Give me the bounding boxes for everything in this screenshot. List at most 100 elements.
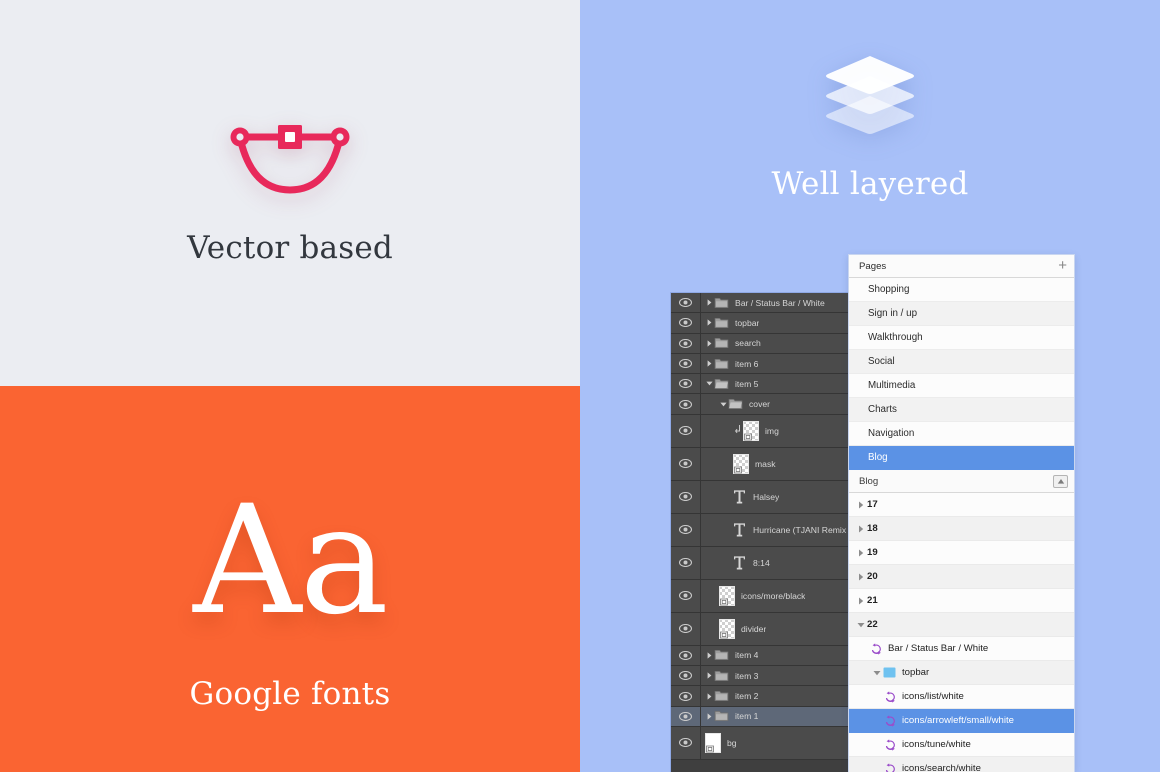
sketch-layer-row[interactable]: topbar xyxy=(849,661,1074,685)
page-label: Walkthrough xyxy=(868,332,923,343)
sketch-layer-row[interactable]: icons/tune/white xyxy=(849,733,1074,757)
sketch-layer-row[interactable]: 17 xyxy=(849,493,1074,517)
feature-panel-fonts: Aa Google fonts xyxy=(0,386,580,772)
layer-visibility-toggle[interactable] xyxy=(671,666,701,686)
sketch-panel[interactable]: Pages + Shopping Sign in / up Walkthrough S… xyxy=(848,254,1075,772)
collapse-all-icon[interactable] xyxy=(1053,474,1068,488)
current-page-label: Blog xyxy=(859,475,879,487)
page-list-item[interactable]: Sign in / up xyxy=(849,302,1074,326)
photoshop-layer-row[interactable]: Hurricane (TJANI Remix xyxy=(671,513,848,547)
layer-visibility-toggle[interactable] xyxy=(671,706,701,726)
layer-visibility-toggle[interactable] xyxy=(671,645,701,666)
photoshop-layer-row[interactable]: topbar xyxy=(671,313,848,334)
photoshop-layer-list[interactable]: Bar / Status Bar / White topbar search i… xyxy=(671,293,848,760)
sketch-layer-name: Bar / Status Bar / White xyxy=(888,643,989,654)
folder-icon xyxy=(714,691,729,702)
sketch-layer-name: 18 xyxy=(867,523,878,534)
sketch-layer-name: 20 xyxy=(867,571,878,582)
chevron-right-icon[interactable] xyxy=(705,299,714,306)
page-list-item[interactable]: Charts xyxy=(849,398,1074,422)
fonts-content: Aa Google fonts xyxy=(0,486,580,712)
page-list-item[interactable]: Blog xyxy=(849,446,1074,470)
photoshop-layer-row[interactable]: 8:14 xyxy=(671,546,848,580)
page-list-item[interactable]: Social xyxy=(849,350,1074,374)
photoshop-layer-row[interactable]: item 3 xyxy=(671,666,848,687)
layer-visibility-toggle[interactable] xyxy=(671,374,701,394)
chevron-right-icon[interactable] xyxy=(705,652,714,659)
sketch-layer-row[interactable]: icons/arrowleft/small/white xyxy=(849,709,1074,733)
photoshop-layers-panel[interactable]: Bar / Status Bar / White topbar search i… xyxy=(670,292,848,772)
chevron-right-icon[interactable] xyxy=(705,672,714,679)
chevron-right-icon[interactable] xyxy=(855,525,867,533)
sketch-layer-row[interactable]: 20 xyxy=(849,565,1074,589)
sketch-layer-row[interactable]: Bar / Status Bar / White xyxy=(849,637,1074,661)
chevron-right-icon[interactable] xyxy=(855,573,867,581)
chevron-right-icon[interactable] xyxy=(705,692,714,700)
layer-visibility-toggle[interactable] xyxy=(671,480,701,513)
chevron-right-icon[interactable] xyxy=(855,501,867,509)
chevron-right-icon[interactable] xyxy=(705,340,714,347)
layer-name: topbar xyxy=(735,317,760,328)
layer-visibility-toggle[interactable] xyxy=(671,414,701,447)
layer-visibility-toggle[interactable] xyxy=(671,313,701,333)
photoshop-layer-row[interactable]: img xyxy=(671,414,848,448)
sketch-layer-row[interactable]: 22 xyxy=(849,613,1074,637)
page-list-item[interactable]: Shopping xyxy=(849,278,1074,302)
chevron-right-icon[interactable] xyxy=(855,549,867,557)
sketch-layer-row[interactable]: 19 xyxy=(849,541,1074,565)
page-list-item[interactable]: Multimedia xyxy=(849,374,1074,398)
layer-row-body: item 4 xyxy=(701,646,848,665)
layer-visibility-toggle[interactable] xyxy=(671,546,701,579)
photoshop-layer-row[interactable]: item 5 xyxy=(671,374,848,395)
layer-stack-icon xyxy=(826,56,914,134)
layer-visibility-toggle[interactable] xyxy=(671,612,701,645)
layer-row-body: mask xyxy=(701,448,848,480)
photoshop-layer-row[interactable]: item 2 xyxy=(671,686,848,707)
photoshop-layer-row[interactable]: divider xyxy=(671,612,848,646)
photoshop-layer-row[interactable]: icons/more/black xyxy=(671,579,848,613)
layer-thumbnail xyxy=(743,420,759,441)
photoshop-layer-row[interactable]: bg xyxy=(671,726,848,760)
sketch-layer-list[interactable]: 17 18 19 20 21 22 Bar / Status Bar / White top… xyxy=(849,493,1074,772)
photoshop-layer-row[interactable]: Bar / Status Bar / White xyxy=(671,293,848,314)
pages-list[interactable]: Shopping Sign in / up Walkthrough Social Mul… xyxy=(849,278,1074,470)
sketch-layer-name: icons/list/white xyxy=(902,691,964,702)
photoshop-layer-row[interactable]: item 4 xyxy=(671,645,848,667)
chevron-down-icon[interactable] xyxy=(719,402,728,407)
add-page-icon[interactable]: + xyxy=(1058,258,1067,275)
eye-icon xyxy=(679,399,692,409)
layer-visibility-toggle[interactable] xyxy=(671,293,701,313)
feature-panel-vector: Vector based xyxy=(0,0,580,386)
layer-visibility-toggle[interactable] xyxy=(671,726,701,759)
sketch-layer-row[interactable]: 21 xyxy=(849,589,1074,613)
photoshop-layer-row[interactable]: cover xyxy=(671,394,848,415)
photoshop-layer-row[interactable]: item 1 xyxy=(671,706,848,727)
chevron-down-icon[interactable] xyxy=(871,670,883,676)
chevron-right-icon[interactable] xyxy=(705,319,714,327)
layer-visibility-toggle[interactable] xyxy=(671,579,701,612)
chevron-right-icon[interactable] xyxy=(855,597,867,605)
photoshop-layer-row[interactable]: search xyxy=(671,333,848,354)
chevron-down-icon[interactable] xyxy=(705,381,714,386)
layer-visibility-toggle[interactable] xyxy=(671,513,701,546)
layer-visibility-toggle[interactable] xyxy=(671,686,701,706)
eye-icon xyxy=(679,624,692,634)
photoshop-layer-row[interactable]: mask xyxy=(671,447,848,481)
sketch-layer-row[interactable]: icons/search/white xyxy=(849,757,1074,772)
layer-visibility-toggle[interactable] xyxy=(671,394,701,414)
eye-icon xyxy=(679,591,692,601)
chevron-right-icon[interactable] xyxy=(705,713,714,720)
photoshop-layer-row[interactable]: item 6 xyxy=(671,353,848,375)
page-list-item[interactable]: Walkthrough xyxy=(849,326,1074,350)
page-list-item[interactable]: Navigation xyxy=(849,422,1074,446)
chevron-right-icon[interactable] xyxy=(705,360,714,367)
sketch-layer-row[interactable]: icons/list/white xyxy=(849,685,1074,709)
layer-name: item 6 xyxy=(735,358,759,369)
layer-visibility-toggle[interactable] xyxy=(671,333,701,353)
layer-visibility-toggle[interactable] xyxy=(671,447,701,480)
fonts-label: Google fonts xyxy=(189,676,391,712)
layer-visibility-toggle[interactable] xyxy=(671,353,701,374)
sketch-layer-row[interactable]: 18 xyxy=(849,517,1074,541)
chevron-down-icon[interactable] xyxy=(855,622,867,628)
photoshop-layer-row[interactable]: Halsey xyxy=(671,480,848,514)
